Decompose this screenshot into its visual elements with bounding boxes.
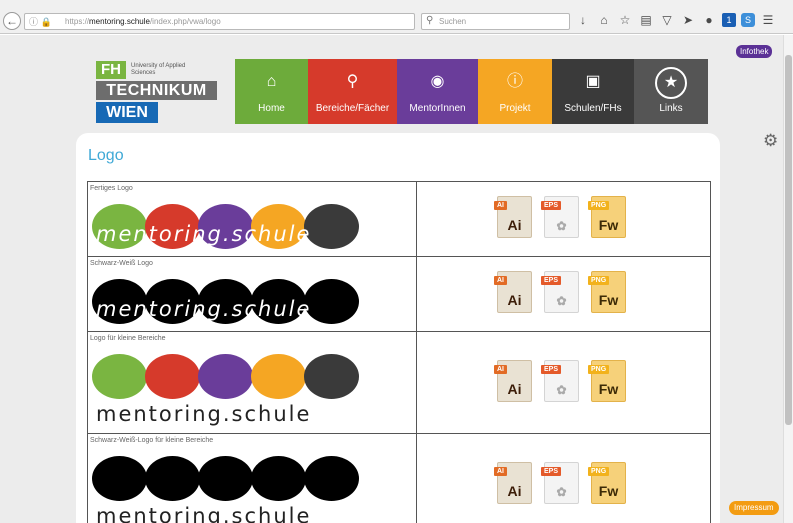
eps-file-icon[interactable]: EPS ✿ — [541, 462, 579, 504]
row-caption: Logo für kleine Bereiche — [90, 335, 166, 342]
row-caption: Schwarz-Weiß Logo — [90, 260, 153, 267]
url-text: https://mentoring.schule/index.php/vwa/l… — [65, 17, 221, 26]
logo-wordmark: mentoring.schule — [96, 222, 312, 246]
logo-wordmark: mentoring.schule — [96, 504, 312, 523]
nav-bereiche[interactable]: ⚲ Bereiche/Fächer — [308, 59, 397, 124]
nav-schulen[interactable]: ▣ Schulen/FHs — [552, 59, 634, 124]
logo-circle — [304, 204, 359, 249]
eps-file-icon[interactable]: EPS ✿ — [541, 360, 579, 402]
extension-badge-icon[interactable]: 1 — [722, 13, 736, 27]
logo-download-table: Fertiges Logo mentoring.schule AI Ai EPS ✿… — [87, 181, 711, 523]
logo-circle — [145, 354, 200, 399]
search-placeholder: Suchen — [439, 17, 467, 26]
home-icon[interactable]: ⌂ — [596, 12, 612, 28]
gear-icon[interactable]: ⚙ — [763, 131, 778, 151]
logo-wordmark: mentoring.schule — [96, 402, 312, 426]
content-card: Logo Fertiges Logo mentoring.schule AI Ai… — [76, 133, 720, 523]
logo-circle — [251, 354, 306, 399]
logo-circle — [304, 354, 359, 399]
pocket-icon[interactable]: ▽ — [659, 12, 675, 28]
row-caption: Fertiges Logo — [90, 185, 133, 192]
download-cell: AI Ai EPS ✿ PNG Fw — [417, 434, 710, 523]
browser-toolbar-icons: ↓ ⌂ ☆ ▤ ▽ ➤ ● 1 S ☰ — [575, 12, 776, 28]
nav-label: Projekt — [499, 103, 531, 114]
png-file-icon[interactable]: PNG Fw — [588, 462, 626, 504]
download-icon[interactable]: ↓ — [575, 12, 591, 28]
logo-circle — [92, 456, 147, 501]
download-cell: AI Ai EPS ✿ PNG Fw — [417, 182, 710, 256]
table-row: Schwarz-Weiß-Logo für kleine Bereiche me… — [87, 434, 711, 523]
eps-file-icon[interactable]: EPS ✿ — [541, 271, 579, 313]
fh-technikum-logo[interactable]: FH University of Applied Sciences TECHNI… — [96, 61, 218, 123]
page-title: Logo — [88, 147, 124, 164]
infothek-button[interactable]: Infothek — [736, 45, 773, 58]
chat-icon[interactable]: ● — [701, 12, 717, 28]
logo-circle — [304, 279, 359, 324]
table-row: Logo für kleine Bereiche mentoring.schul… — [87, 332, 711, 434]
logo-preview-cell: Schwarz-Weiß Logo mentoring.schule — [88, 257, 417, 331]
star-icon: ★ — [655, 67, 687, 99]
table-row: Fertiges Logo mentoring.schule AI Ai EPS ✿… — [87, 182, 711, 257]
png-file-icon[interactable]: PNG Fw — [588, 360, 626, 402]
nav-projekt[interactable]: ⓘ Projekt — [478, 59, 552, 124]
back-arrow-icon[interactable]: ← — [3, 12, 21, 30]
search-icon: ⚲ — [346, 73, 359, 90]
globe-icon: ◉ — [430, 73, 445, 90]
logo-circle — [198, 456, 253, 501]
search-icon: ⚲ — [426, 15, 434, 26]
url-bar[interactable]: ⓘ 🔒 https://mentoring.schule/index.php/v… — [24, 13, 431, 30]
row-caption: Schwarz-Weiß-Logo für kleine Bereiche — [90, 437, 214, 444]
logo-circles — [92, 354, 359, 399]
ai-file-icon[interactable]: AI Ai — [494, 196, 532, 238]
nav-label: Links — [659, 103, 683, 114]
skype-icon[interactable]: S — [741, 13, 755, 27]
scrollbar-thumb[interactable] — [785, 55, 792, 425]
logo-preview-cell: Fertiges Logo mentoring.schule — [88, 182, 417, 256]
logo-technikum: TECHNIKUM — [96, 81, 217, 100]
logo-fh: FH — [96, 61, 126, 79]
lock-icon: 🔒 — [40, 17, 52, 27]
logo-wordmark: mentoring.schule — [96, 297, 312, 321]
send-icon[interactable]: ➤ — [680, 12, 696, 28]
eps-file-icon[interactable]: EPS ✿ — [541, 196, 579, 238]
logo-circle — [198, 354, 253, 399]
browser-toolbar: ← ⓘ 🔒 https://mentoring.schule/index.php… — [0, 0, 793, 34]
logo-circle — [304, 456, 359, 501]
menu-icon[interactable]: ☰ — [760, 12, 776, 28]
nav-label: MentorInnen — [409, 103, 466, 114]
nav-label: Bereiche/Fächer — [315, 103, 390, 114]
page-viewport: Infothek ⚙ FH University of Applied Scie… — [0, 35, 783, 523]
site-info-icon[interactable]: ⓘ 🔒 — [29, 15, 52, 28]
png-file-icon[interactable]: PNG Fw — [588, 196, 626, 238]
download-cell: AI Ai EPS ✿ PNG Fw — [417, 332, 710, 433]
rss-icon: ▣ — [585, 73, 601, 90]
main-navigation: ⌂ Home ⚲ Bereiche/Fächer ◉ MentorInnen ⓘ… — [235, 59, 708, 124]
table-row: Schwarz-Weiß Logo mentoring.schule AI Ai … — [87, 257, 711, 332]
nav-label: Home — [258, 103, 285, 114]
logo-wien: WIEN — [96, 102, 158, 123]
png-file-icon[interactable]: PNG Fw — [588, 271, 626, 313]
home-icon: ⌂ — [266, 73, 277, 90]
logo-preview-cell: Schwarz-Weiß-Logo für kleine Bereiche me… — [88, 434, 417, 523]
nav-mentorinnen[interactable]: ◉ MentorInnen — [397, 59, 478, 124]
download-cell: AI Ai EPS ✿ PNG Fw — [417, 257, 710, 331]
logo-preview-cell: Logo für kleine Bereiche mentoring.schul… — [88, 332, 417, 433]
info-icon: ⓘ — [506, 73, 523, 90]
nav-label: Schulen/FHs — [564, 103, 622, 114]
logo-subtitle: University of Applied Sciences — [131, 63, 186, 76]
bookmark-star-icon[interactable]: ☆ — [617, 12, 633, 28]
logo-circle — [251, 456, 306, 501]
logo-circle — [145, 456, 200, 501]
ai-file-icon[interactable]: AI Ai — [494, 360, 532, 402]
search-input[interactable]: ⚲ Suchen — [421, 13, 570, 30]
nav-links[interactable]: ★ Links — [634, 59, 708, 124]
logo-circle — [92, 354, 147, 399]
ai-file-icon[interactable]: AI Ai — [494, 271, 532, 313]
impressum-button[interactable]: Impressum — [729, 501, 779, 515]
ai-file-icon[interactable]: AI Ai — [494, 462, 532, 504]
nav-home[interactable]: ⌂ Home — [235, 59, 308, 124]
clipboard-icon[interactable]: ▤ — [638, 12, 654, 28]
vertical-scrollbar[interactable] — [783, 35, 793, 523]
logo-circles — [92, 456, 359, 501]
